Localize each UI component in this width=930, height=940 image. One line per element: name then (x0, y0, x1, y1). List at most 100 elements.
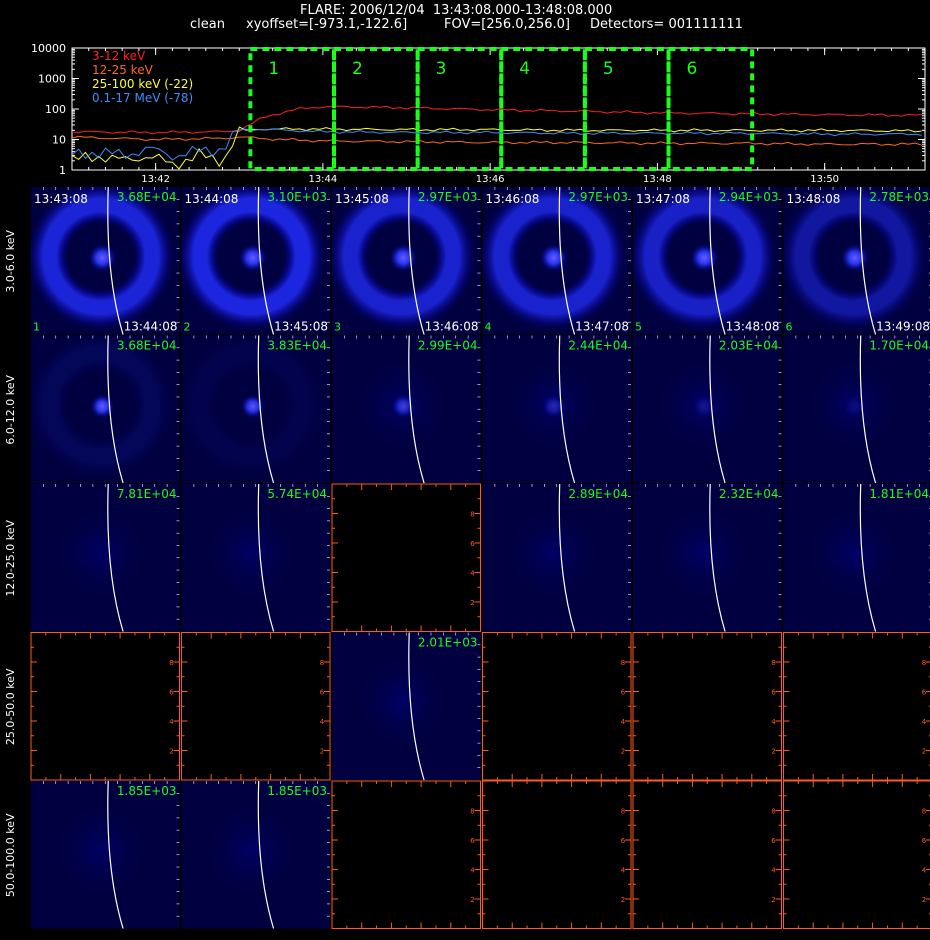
empty-panel-tick-label: 2 (470, 896, 474, 904)
empty-panel-tick-label: 4 (771, 867, 776, 875)
image-cell: 24682468 (30, 632, 180, 792)
empty-panel-tick-label: 8 (771, 659, 775, 667)
empty-panel-tick-label: 8 (621, 659, 625, 667)
empty-panel-frame (783, 632, 930, 781)
peak-flux-label: 2.94E+03 (719, 190, 779, 204)
interval-index: 4 (485, 321, 492, 334)
image-cell: 2.03E+04 (633, 335, 782, 484)
background-haze (48, 798, 153, 903)
interval-start-time: 13:47:08 (636, 192, 690, 206)
interval-label-4: 4 (519, 59, 530, 79)
peak-flux-label: 2.99E+04 (418, 339, 478, 353)
x-tick-label: 13:48 (643, 174, 672, 185)
image-cell: 2.78E+03 13:48:08 13:49:08 6 (779, 186, 930, 335)
legend-entry-1: 12-25 keV (92, 63, 154, 77)
empty-panel-frame (181, 632, 331, 781)
empty-panel-tick-label: 4 (771, 718, 776, 726)
energy-band-label: 3.0-6.0 keV (4, 229, 17, 292)
background-haze (500, 501, 605, 606)
y-tick-label: 10 (52, 134, 66, 147)
peak-flux-label: 2.89E+04 (568, 487, 628, 501)
energy-band-label: 25.0-50.0 keV (4, 668, 17, 745)
image-cell: 7.81E+04 (31, 483, 180, 632)
empty-panel-tick-label: 6 (922, 837, 927, 845)
image-cell: 3.10E+03 13:44:08 13:45:08 2 (177, 186, 330, 335)
background-haze (650, 501, 755, 606)
interval-index: 3 (334, 321, 341, 334)
y-tick-label: 1000 (38, 73, 66, 86)
lightcurve-legend: 3-12 keV12-25 keV25-100 keV (-22)0.1-17 … (92, 49, 193, 105)
empty-panel-frame (783, 780, 930, 929)
image-cell: 2.01E+03 (332, 632, 481, 781)
empty-panel-tick-label: 6 (470, 540, 475, 548)
empty-panel-tick-label: 2 (169, 748, 173, 756)
image-cell: 24682468 (632, 632, 782, 792)
empty-panel-tick-label: 2 (621, 896, 625, 904)
empty-panel-frame (30, 632, 180, 781)
empty-panel-tick-label: 4 (922, 718, 927, 726)
energy-band-label: 12.0-25.0 keV (4, 519, 17, 596)
empty-panel-tick-label: 4 (320, 718, 325, 726)
x-tick-label: 13:50 (810, 174, 839, 185)
empty-panel-tick-label: 6 (922, 689, 927, 697)
image-cell: 3.83E+04 (177, 330, 330, 484)
image-cell: 2.44E+04 (482, 335, 631, 484)
series-line-1 (72, 135, 922, 146)
peak-flux-label: 2.03E+04 (719, 339, 779, 353)
image-cell: 2.97E+03 13:45:08 13:46:08 3 (327, 186, 481, 335)
empty-panel-frame (482, 632, 632, 781)
interval-end-time: 13:44:08 (124, 320, 178, 334)
empty-panel-tick-label: 4 (470, 867, 475, 875)
empty-panel-tick-label: 6 (771, 689, 776, 697)
detectors-label: Detectors= 001111111 (590, 17, 743, 32)
y-tick-label: 1 (59, 164, 66, 177)
image-cell: 1.85E+03 (181, 780, 330, 929)
image-cell: 2 4 6 8 (632, 780, 782, 929)
empty-panel-tick-label: 2 (470, 599, 474, 607)
lightcurve-chart: 1 10 100 1000 10000 13:42 13:44 13:46 13:48 13:50… (31, 42, 926, 185)
image-cell: 1.70E+04 (783, 335, 930, 484)
interval-end-time: 13:46:08 (425, 320, 479, 334)
empty-panel-tick-label: 4 (169, 718, 174, 726)
background-haze (199, 501, 304, 606)
empty-panel-tick-label: 4 (470, 570, 475, 578)
image-cell: 2.89E+04 (482, 483, 631, 632)
peak-flux-label: 2.01E+03 (418, 636, 478, 650)
background-haze (199, 798, 304, 903)
y-tick-label: 10000 (31, 42, 66, 55)
peak-flux-label: 5.74E+04 (267, 487, 327, 501)
plot-header: FLARE: 2006/12/04 13:43:08.000-13:48:08.… (0, 0, 930, 36)
interval-end-time: 13:48:08 (726, 320, 780, 334)
x-tick-label: 13:46 (476, 174, 505, 185)
interval-index: 5 (635, 321, 642, 334)
interval-end-time: 13:49:08 (876, 320, 930, 334)
interval-end-time: 13:45:08 (274, 320, 328, 334)
y-tick-label: 100 (45, 103, 66, 116)
interval-label-1: 1 (268, 59, 279, 79)
lightcurve-series (72, 105, 922, 170)
legend-entry-0: 3-12 keV (92, 49, 146, 63)
empty-panel-tick-label: 6 (621, 689, 626, 697)
energy-band-label: 6.0-12.0 keV (4, 374, 17, 444)
image-cell: 2 4 6 8 (783, 780, 930, 929)
fov-label: FOV=[256.0,256.0] (444, 17, 570, 32)
interval-start-time: 13:44:08 (185, 192, 239, 206)
empty-panel-tick-label: 8 (621, 808, 625, 816)
energy-band-label: 50.0-100.0 keV (4, 813, 17, 897)
empty-panel-frame (331, 483, 481, 632)
image-cell: 2.97E+03 13:46:08 13:47:08 4 (478, 186, 631, 335)
xyoffset-label: xyoffset=[-973.1,-122.6] (246, 17, 408, 32)
empty-panel-tick-label: 6 (470, 837, 475, 845)
image-cell: 2 4 6 8 (482, 780, 632, 929)
x-tick-label: 13:44 (308, 174, 337, 185)
source-core (690, 243, 719, 272)
peak-flux-label: 2.97E+03 (568, 190, 628, 204)
interval-index: 2 (184, 321, 191, 334)
empty-panel-tick-label: 4 (621, 718, 626, 726)
source-core (238, 243, 267, 272)
peak-flux-label: 3.68E+04 (117, 190, 177, 204)
background-haze (801, 501, 906, 606)
x-tick-label: 13:42 (141, 174, 170, 185)
empty-panel-tick-label: 4 (621, 867, 626, 875)
source-core (88, 243, 117, 272)
